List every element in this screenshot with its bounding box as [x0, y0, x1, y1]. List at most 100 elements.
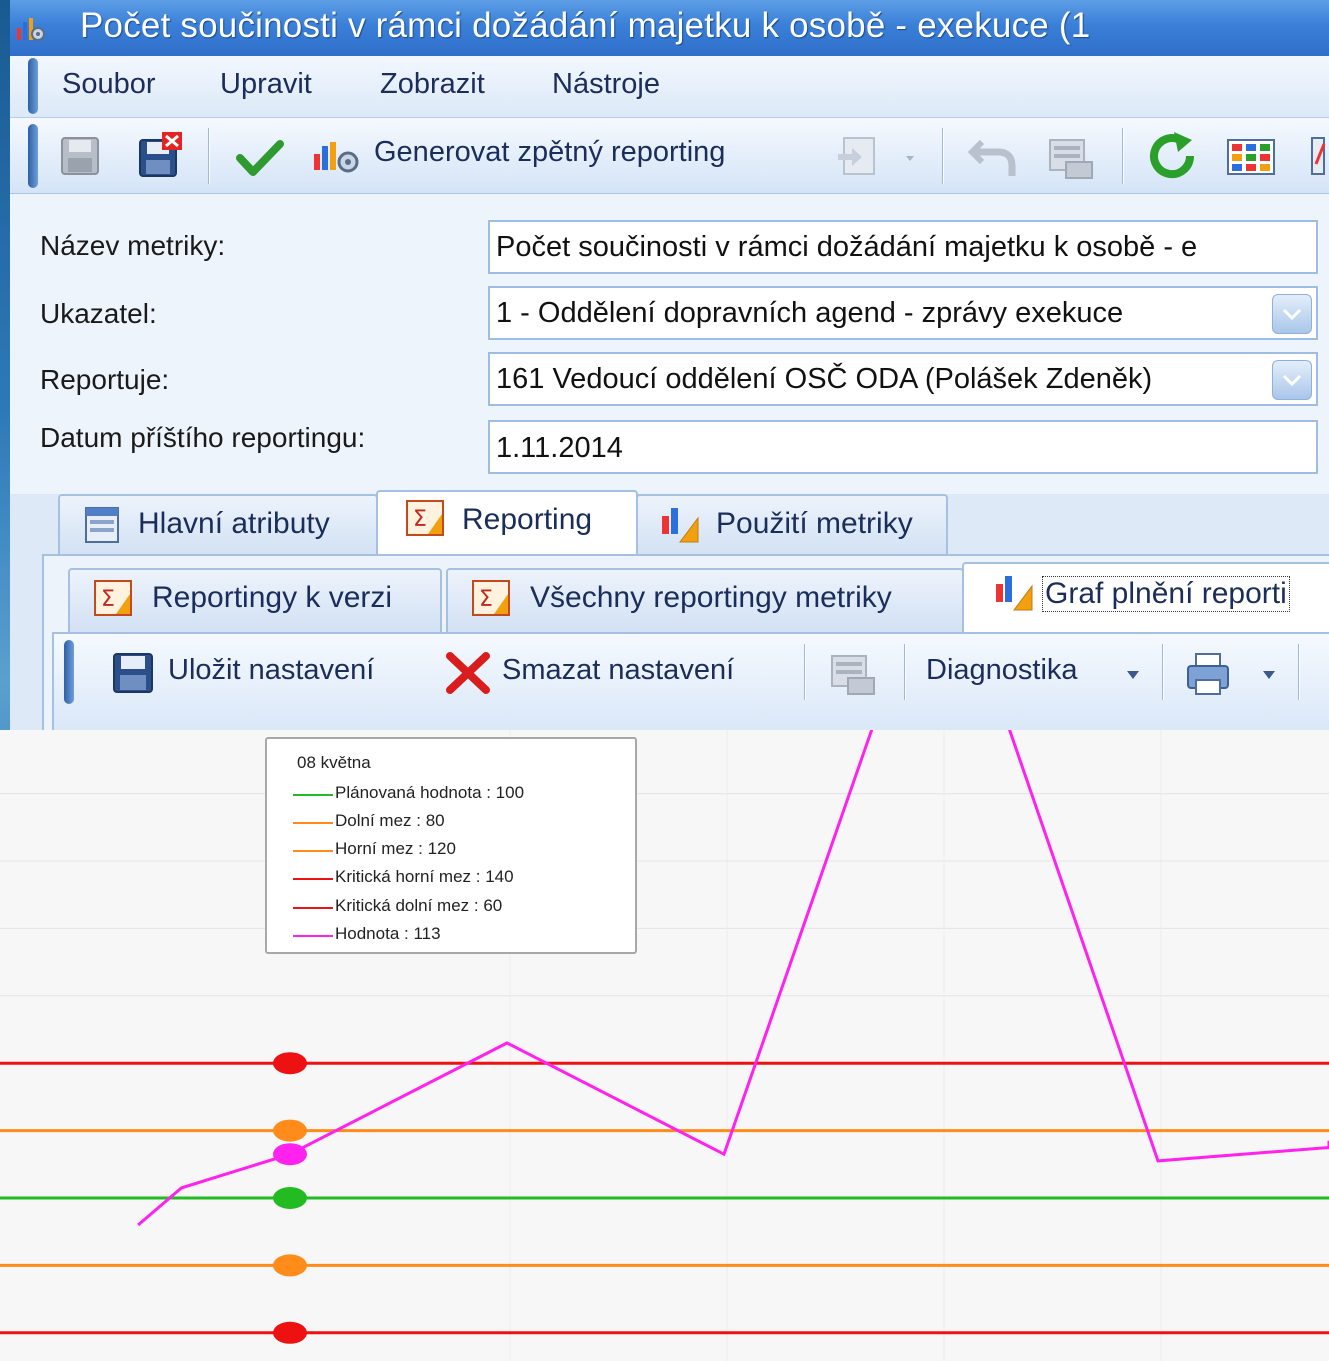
print-icon[interactable]	[1184, 650, 1234, 698]
properties-icon[interactable]	[1046, 136, 1096, 180]
menu-bar: Soubor Upravit Zobrazit Nástroje	[10, 56, 1329, 118]
tooltip-text: Plánovaná hodnota : 100	[335, 783, 525, 802]
grid-view-icon[interactable]	[1226, 138, 1276, 176]
subtab-label: Graf plnění reporti	[1042, 576, 1290, 612]
reporter-select[interactable]: 161 Vedoucí oddělení OSČ ODA (Polášek Zd…	[488, 352, 1318, 406]
chart-usage-icon	[996, 576, 1033, 611]
menu-nastroje[interactable]: Nástroje	[552, 68, 660, 101]
next-date-value: 1.11.2014	[496, 432, 623, 464]
tooltip-line	[293, 907, 333, 909]
toolbar-grip[interactable]	[28, 124, 38, 188]
undo-icon[interactable]	[968, 134, 1018, 180]
generate-reporting-button[interactable]: Generovat zpětný reporting	[374, 136, 725, 169]
svg-text:Σ: Σ	[101, 587, 115, 612]
subtab-label: Všechny reportingy metriky	[530, 581, 892, 614]
next-date-label: Datum příštího reportingu:	[40, 422, 366, 453]
sigma-report-icon: Σ	[406, 500, 444, 536]
metric-form: Název metriky: Počet součinosti v rámci …	[10, 194, 1329, 494]
chevron-down-icon	[1282, 308, 1302, 321]
tab-label: Hlavní atributy	[138, 507, 330, 540]
tooltip-text: Horní mez : 120	[335, 839, 456, 858]
series-marker-critical-lower	[273, 1321, 307, 1344]
close-icon	[446, 652, 490, 694]
diagnostics-menu[interactable]: Diagnostika	[926, 654, 1078, 687]
menu-soubor[interactable]: Soubor	[62, 68, 156, 101]
tab-metric-usage[interactable]: Použití metriky	[636, 494, 948, 556]
tooltip-text: Hodnota : 113	[335, 924, 441, 943]
export-dropdown-icon[interactable]	[834, 132, 930, 180]
indicator-label: Ukazatel:	[40, 298, 157, 329]
tooltip-line	[293, 935, 333, 937]
subtab-fulfilment-chart[interactable]: Graf plnění reporti	[962, 562, 1329, 632]
fulfilment-chart: 08 května Plánovaná hodnota : 100 Dolní …	[0, 730, 1329, 1361]
toolbar-separator	[1298, 644, 1300, 700]
toolbar-separator	[1122, 128, 1124, 184]
series-marker-value	[273, 1143, 307, 1166]
chart-toolbar-grip[interactable]	[64, 640, 74, 704]
chart-edit-icon[interactable]	[1308, 134, 1329, 178]
toolbar-separator	[904, 644, 906, 700]
indicator-dropdown-button[interactable]	[1272, 294, 1312, 334]
toolbar-separator	[804, 644, 806, 700]
chart-gear-icon	[17, 18, 45, 41]
chart-canvas	[0, 730, 1329, 1361]
tooltip-line	[293, 850, 333, 852]
chevron-down-icon[interactable]	[1262, 670, 1276, 680]
main-toolbar: Generovat zpětný reporting	[10, 118, 1329, 194]
tooltip-line	[293, 878, 333, 880]
toolbar-separator	[1162, 644, 1164, 700]
chart-usage-icon	[662, 508, 699, 543]
tab-label: Reporting	[462, 503, 593, 536]
save-icon	[113, 653, 153, 693]
tooltip-text: Kritická horní mez : 140	[335, 867, 514, 886]
tab-reporting[interactable]: Σ Reporting	[376, 490, 638, 556]
toolbar-separator	[942, 128, 944, 184]
chevron-down-icon[interactable]	[1126, 670, 1140, 680]
tooltip-text: Dolní mez : 80	[335, 811, 445, 830]
sigma-report-icon: Σ	[94, 580, 132, 616]
properties-icon[interactable]	[828, 652, 878, 696]
reporting-tab-panel: Σ Reportingy k verzi Σ Všechny reporting…	[42, 554, 1329, 746]
chart-toolbar: Uložit nastavení Smazat nastavení Diagno…	[52, 632, 1329, 746]
subtab-reportings-version[interactable]: Σ Reportingy k verzi	[68, 568, 442, 632]
indicator-value: 1 - Oddělení dopravních agend - zprávy e…	[496, 297, 1124, 329]
menu-zobrazit[interactable]: Zobrazit	[380, 68, 485, 101]
sigma-report-icon: Σ	[472, 580, 510, 616]
report-gear-icon	[314, 142, 359, 173]
tooltip-title: 08 května	[297, 753, 371, 772]
metric-name-field[interactable]: Počet součinosti v rámci dožádání majetk…	[488, 220, 1318, 274]
series-marker-lower	[273, 1254, 307, 1277]
tooltip-text: Kritická dolní mez : 60	[335, 896, 503, 915]
title-bar[interactable]: Počet součinosti v rámci dožádání majetk…	[10, 0, 1329, 56]
attributes-icon	[85, 507, 119, 543]
tab-main-attributes[interactable]: Hlavní atributy	[58, 494, 378, 556]
tooltip-line	[293, 794, 333, 796]
tooltip-line	[293, 822, 333, 824]
series-marker-critical-upper	[273, 1052, 307, 1075]
delete-settings-button[interactable]: Smazat nastavení	[502, 654, 734, 687]
chart-tooltip: 08 května Plánovaná hodnota : 100 Dolní …	[265, 737, 637, 954]
save-close-icon[interactable]	[136, 130, 186, 180]
next-date-field[interactable]: 1.11.2014	[488, 420, 1318, 474]
menu-upravit[interactable]: Upravit	[220, 68, 312, 101]
window-title: Počet součinosti v rámci dožádání majetk…	[80, 6, 1091, 45]
subtab-label: Reportingy k verzi	[152, 581, 393, 614]
reporter-label: Reportuje:	[40, 364, 170, 395]
toolbar-separator	[208, 128, 210, 184]
svg-text:Σ: Σ	[413, 507, 427, 532]
refresh-icon[interactable]	[1146, 130, 1200, 182]
save-icon[interactable]	[58, 134, 102, 178]
svg-text:Σ: Σ	[479, 587, 493, 612]
reporter-value: 161 Vedoucí oddělení OSČ ODA (Polášek Zd…	[496, 363, 1153, 395]
series-marker-upper	[273, 1119, 307, 1142]
tabs-area: Hlavní atributy Σ Reporting Použití metr…	[10, 490, 1329, 746]
save-settings-button[interactable]: Uložit nastavení	[168, 654, 374, 687]
subtab-all-reportings[interactable]: Σ Všechny reportingy metriky	[446, 568, 964, 632]
metric-name-value: Počet součinosti v rámci dožádání majetk…	[496, 231, 1198, 263]
menubar-grip[interactable]	[28, 58, 38, 114]
chevron-down-icon	[1282, 374, 1302, 387]
indicator-select[interactable]: 1 - Oddělení dopravních agend - zprávy e…	[488, 286, 1318, 340]
metric-name-label: Název metriky:	[40, 230, 226, 261]
reporter-dropdown-button[interactable]	[1272, 360, 1312, 400]
checkmark-icon[interactable]	[236, 138, 284, 178]
